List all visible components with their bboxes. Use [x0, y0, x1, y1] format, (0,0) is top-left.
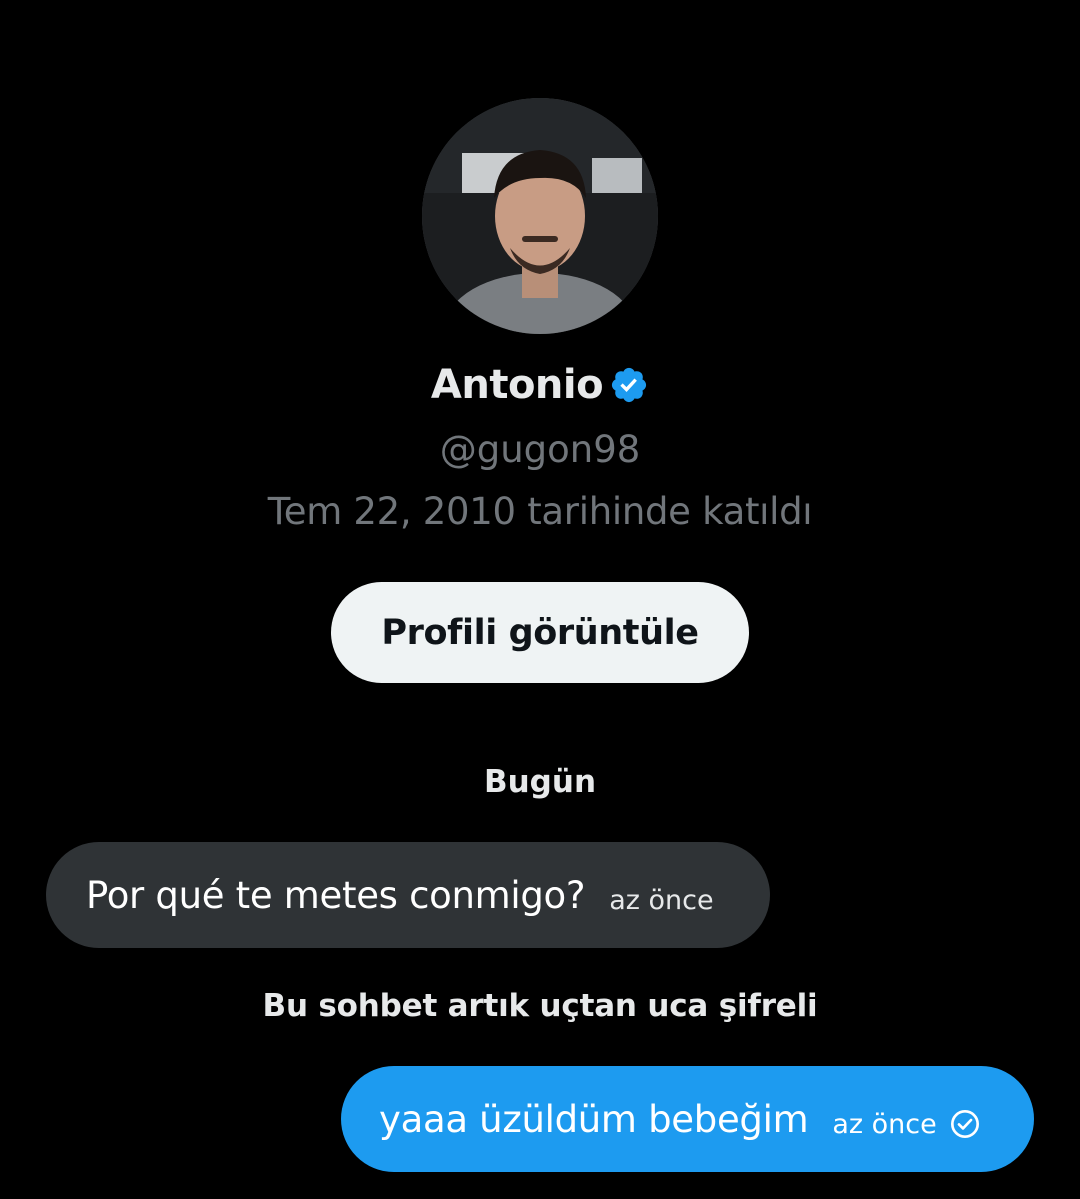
- profile-name: Antonio: [430, 362, 604, 408]
- day-separator: Bugün: [483, 764, 597, 800]
- view-profile-button[interactable]: Profili görüntüle: [331, 582, 749, 683]
- outgoing-message-bubble[interactable]: yaaa üzüldüm bebeğim az önce: [341, 1066, 1034, 1172]
- encryption-notice: Bu sohbet artık uçtan uca şifreli: [262, 988, 818, 1024]
- profile-name-row: Antonio: [0, 362, 1080, 408]
- message-time: az önce: [609, 884, 714, 916]
- message-time: az önce: [832, 1108, 937, 1140]
- verified-badge-icon: [612, 367, 647, 403]
- profile-joined-date: Tem 22, 2010 tarihinde katıldı: [267, 490, 813, 533]
- avatar-photo: [422, 98, 658, 334]
- avatar[interactable]: [422, 98, 658, 334]
- message-text: Por qué te metes conmigo?: [86, 873, 586, 917]
- profile-handle: @gugon98: [439, 428, 641, 471]
- read-check-icon: [950, 1110, 979, 1138]
- message-text: yaaa üzüldüm bebeğim: [379, 1097, 809, 1141]
- incoming-message-bubble[interactable]: Por qué te metes conmigo? az önce: [46, 842, 770, 948]
